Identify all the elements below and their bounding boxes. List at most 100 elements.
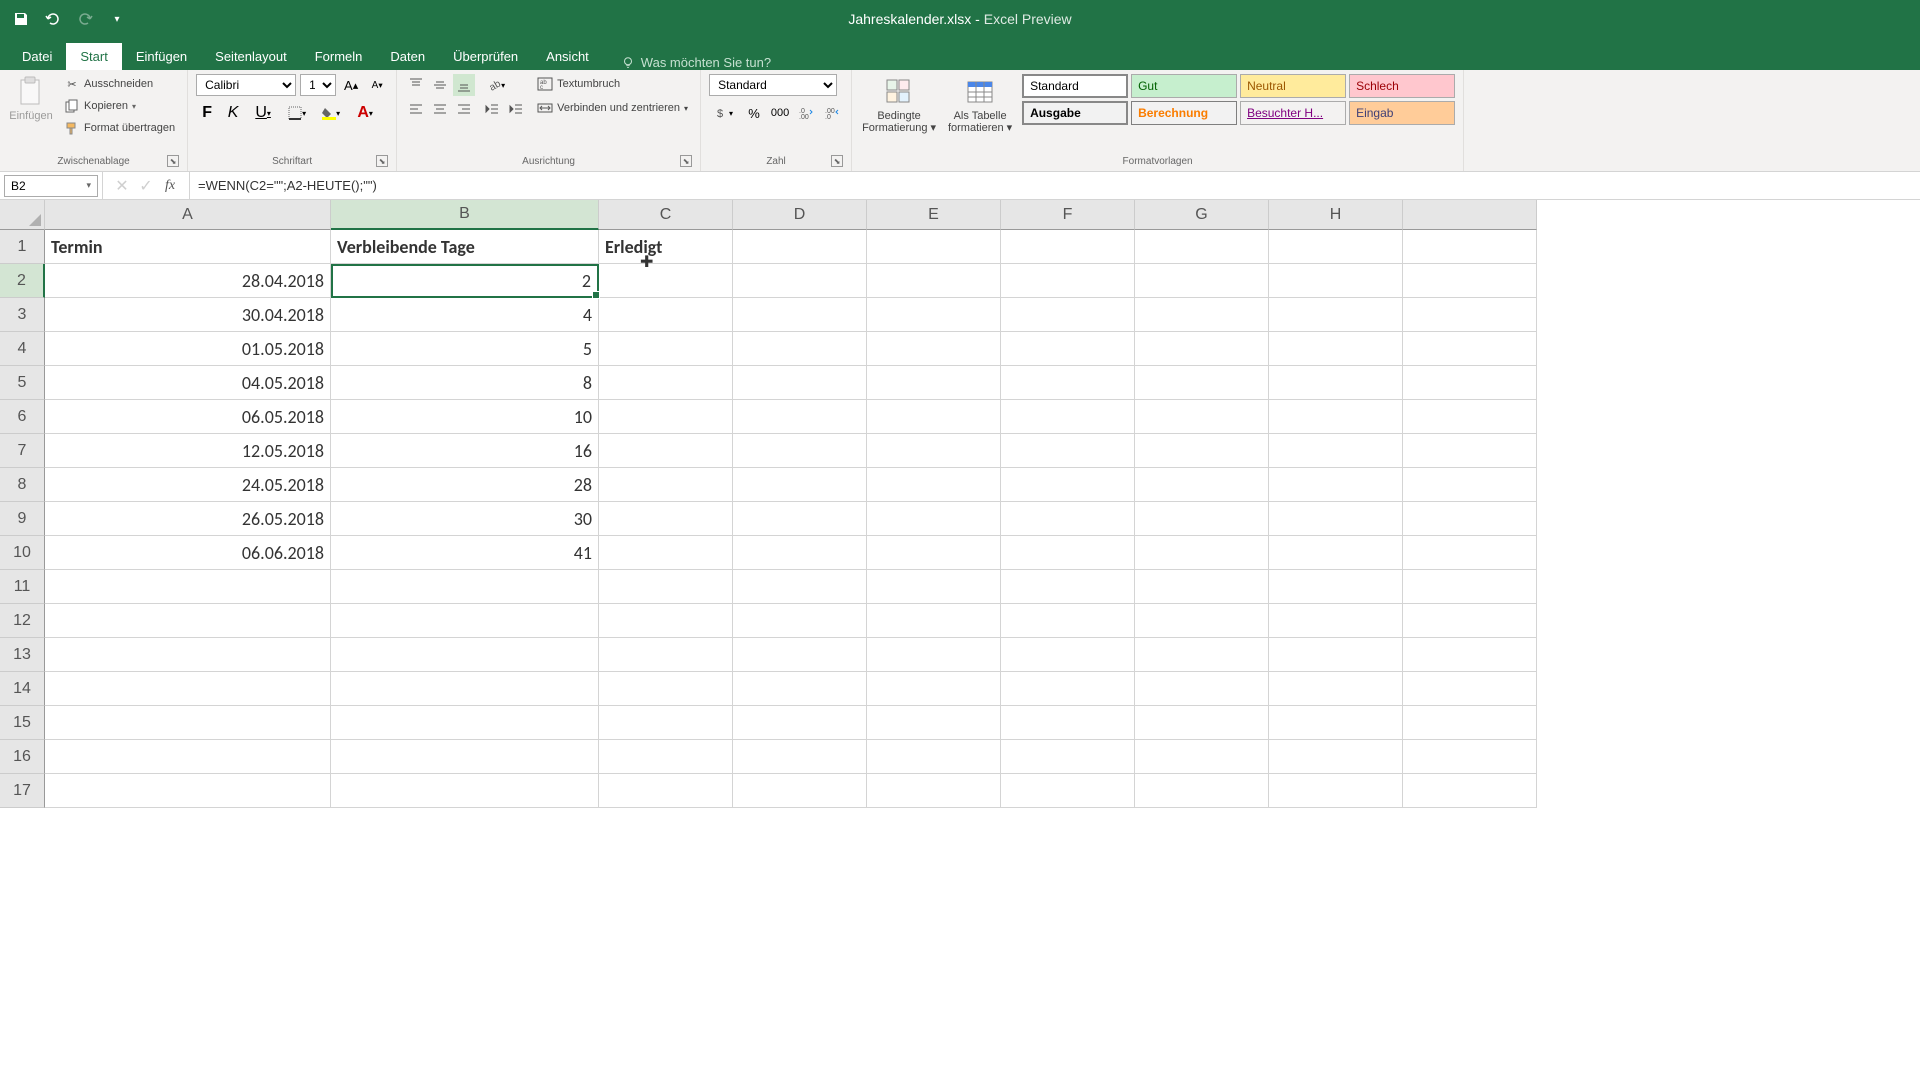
cell[interactable]	[1403, 502, 1537, 536]
row-header[interactable]: 9	[0, 502, 45, 536]
conditional-formatting-button[interactable]: Bedingte Formatierung ▾	[860, 74, 938, 136]
wrap-text-button[interactable]: abcTextumbruch	[533, 74, 692, 94]
cell[interactable]	[1001, 332, 1135, 366]
cell[interactable]	[1269, 536, 1403, 570]
cell[interactable]	[867, 230, 1001, 264]
cell[interactable]	[1403, 672, 1537, 706]
format-painter-button[interactable]: Format übertragen	[60, 118, 179, 138]
clipboard-launcher-icon[interactable]: ⬊	[167, 155, 179, 167]
row-header[interactable]: 4	[0, 332, 45, 366]
cell[interactable]	[1269, 638, 1403, 672]
cell[interactable]: 24.05.2018	[45, 468, 331, 502]
row-header[interactable]: 16	[0, 740, 45, 774]
cell[interactable]	[599, 502, 733, 536]
cell[interactable]	[331, 740, 599, 774]
cell[interactable]	[1403, 264, 1537, 298]
cell[interactable]	[1135, 298, 1269, 332]
name-box[interactable]: B2▾	[4, 175, 98, 197]
worksheet-grid[interactable]: ABCDEFGH1TerminVerbleibende TageErledigt…	[0, 200, 1920, 808]
row-header[interactable]: 1	[0, 230, 45, 264]
column-header[interactable]: G	[1135, 200, 1269, 230]
cell[interactable]: Erledigt	[599, 230, 733, 264]
alignment-launcher-icon[interactable]: ⬊	[680, 155, 692, 167]
cell[interactable]	[1135, 366, 1269, 400]
cell[interactable]: 30	[331, 502, 599, 536]
format-as-table-button[interactable]: Als Tabelle formatieren ▾	[944, 74, 1016, 136]
cell[interactable]	[1403, 366, 1537, 400]
cell[interactable]	[1269, 672, 1403, 706]
cell[interactable]	[733, 536, 867, 570]
save-icon[interactable]	[10, 8, 32, 30]
paste-button[interactable]: Einfügen	[8, 74, 54, 124]
row-header[interactable]: 15	[0, 706, 45, 740]
cell[interactable]: 10	[331, 400, 599, 434]
cell[interactable]	[1269, 570, 1403, 604]
row-header[interactable]: 10	[0, 536, 45, 570]
cell[interactable]	[1001, 468, 1135, 502]
cell[interactable]	[1403, 536, 1537, 570]
cell[interactable]	[1001, 570, 1135, 604]
cell[interactable]	[1135, 536, 1269, 570]
style-eingabe[interactable]: Eingab	[1349, 101, 1455, 125]
row-header[interactable]: 17	[0, 774, 45, 808]
cell[interactable]	[1001, 502, 1135, 536]
cell[interactable]	[1269, 740, 1403, 774]
cell[interactable]	[1135, 468, 1269, 502]
font-size-select[interactable]: 11	[300, 74, 336, 96]
cell[interactable]	[331, 638, 599, 672]
column-header[interactable]: C	[599, 200, 733, 230]
cell[interactable]	[599, 774, 733, 808]
cell[interactable]	[1135, 774, 1269, 808]
cell[interactable]	[1135, 264, 1269, 298]
cell[interactable]: 06.06.2018	[45, 536, 331, 570]
row-header[interactable]: 8	[0, 468, 45, 502]
cell[interactable]	[1135, 502, 1269, 536]
cell[interactable]	[599, 638, 733, 672]
cell[interactable]	[1269, 706, 1403, 740]
cell[interactable]	[1001, 298, 1135, 332]
row-header[interactable]: 6	[0, 400, 45, 434]
cell[interactable]	[599, 298, 733, 332]
decrease-indent-icon[interactable]	[481, 98, 503, 120]
cell[interactable]	[867, 400, 1001, 434]
cell[interactable]	[733, 638, 867, 672]
formula-input[interactable]: =WENN(C2="";A2-HEUTE();"")	[190, 172, 1920, 199]
cell[interactable]	[1269, 468, 1403, 502]
cell[interactable]	[1135, 638, 1269, 672]
cell[interactable]	[1403, 570, 1537, 604]
cell[interactable]	[733, 502, 867, 536]
cell[interactable]	[331, 774, 599, 808]
cell[interactable]	[599, 570, 733, 604]
cell[interactable]	[733, 740, 867, 774]
fill-color-button[interactable]: ▾	[316, 102, 346, 124]
tell-me-search[interactable]: Was möchten Sie tun?	[621, 55, 771, 70]
column-header[interactable]: B	[331, 200, 599, 230]
italic-button[interactable]: K	[222, 102, 244, 124]
cell[interactable]	[45, 604, 331, 638]
style-neutral[interactable]: Neutral	[1240, 74, 1346, 98]
cell[interactable]	[733, 298, 867, 332]
cell[interactable]	[867, 706, 1001, 740]
cell[interactable]	[1403, 638, 1537, 672]
bold-button[interactable]: F	[196, 102, 218, 124]
cell[interactable]	[45, 740, 331, 774]
cell[interactable]	[331, 604, 599, 638]
cell[interactable]	[1269, 332, 1403, 366]
cell[interactable]	[1001, 536, 1135, 570]
cell[interactable]	[599, 468, 733, 502]
insert-function-icon[interactable]: fx	[161, 177, 179, 195]
column-header[interactable]: H	[1269, 200, 1403, 230]
tab-datei[interactable]: Datei	[8, 43, 66, 70]
cell[interactable]: 2	[331, 264, 599, 298]
cell[interactable]	[1269, 366, 1403, 400]
align-middle-icon[interactable]	[429, 74, 451, 96]
undo-icon[interactable]	[42, 8, 64, 30]
cell[interactable]	[1135, 434, 1269, 468]
style-berechnung[interactable]: Berechnung	[1131, 101, 1237, 125]
accept-formula-icon[interactable]: ✓	[137, 177, 155, 195]
cell[interactable]	[733, 604, 867, 638]
font-color-button[interactable]: A▾	[350, 102, 380, 124]
cell[interactable]	[1001, 434, 1135, 468]
cell[interactable]	[733, 706, 867, 740]
cell[interactable]	[1403, 332, 1537, 366]
